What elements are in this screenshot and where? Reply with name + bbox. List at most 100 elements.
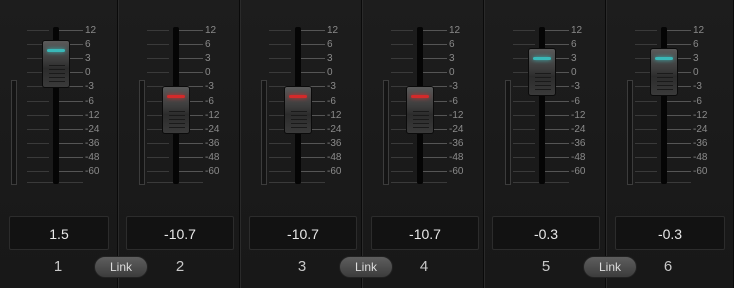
level-meter <box>261 80 267 185</box>
scale-label: 3 <box>85 53 91 65</box>
knob-grip-line <box>49 69 65 70</box>
scale-tick <box>667 30 691 31</box>
scale-tick-left <box>27 171 49 172</box>
knob-grip-line <box>413 119 429 120</box>
scale-tick-left <box>269 72 291 74</box>
scale-label: 3 <box>571 53 577 65</box>
scale-label: -12 <box>571 109 586 121</box>
scale-label: 12 <box>85 25 97 36</box>
link-button-5-6[interactable]: Link <box>583 256 637 278</box>
scale-label: -6 <box>327 95 336 107</box>
scale-tick <box>301 156 325 158</box>
scale-label: -60 <box>327 166 342 177</box>
level-meter <box>139 80 145 185</box>
channel-number: 6 <box>663 258 673 275</box>
scale-tick <box>667 128 691 130</box>
scale-tick-left <box>513 100 535 102</box>
scale-label: 6 <box>85 39 91 51</box>
knob-grip-line <box>535 73 551 74</box>
knob-grip-line <box>291 111 307 112</box>
scale-tick-left <box>513 142 535 144</box>
scale-tick <box>301 44 325 46</box>
scale-label: 0 <box>693 67 699 79</box>
scale-label: -24 <box>205 123 220 135</box>
channel-strip-3: 12 6 3 0 -3 -6 -12 -24 -36 -48 -60 -10.7 3 <box>240 0 362 288</box>
scale-label: -12 <box>85 109 100 121</box>
fader-indicator-lamp <box>289 95 307 98</box>
scale-tick-left <box>147 44 169 46</box>
gain-value-display[interactable]: -10.7 <box>249 216 357 250</box>
gain-value-display[interactable]: -0.3 <box>615 216 725 250</box>
fader-knob[interactable] <box>162 86 190 134</box>
gain-value-display[interactable]: -10.7 <box>126 216 234 250</box>
scale-tick <box>59 142 83 144</box>
level-meter <box>11 80 17 185</box>
scale-label: -60 <box>693 166 708 177</box>
gain-value-display[interactable]: -10.7 <box>371 216 479 250</box>
scale-label: -48 <box>205 151 220 163</box>
fader-indicator-lamp <box>411 95 429 98</box>
scale-tick <box>545 128 569 130</box>
scale-tick-left <box>635 100 657 102</box>
scale-tick-left <box>391 156 413 158</box>
scale-tick <box>179 171 203 172</box>
scale-tick-left <box>635 142 657 144</box>
scale-tick-left <box>391 142 413 144</box>
scale-tick <box>667 142 691 144</box>
scale-tick-left <box>391 72 413 74</box>
scale-label: 12 <box>571 25 583 36</box>
scale-tick <box>545 156 569 158</box>
knob-grip-line <box>535 81 551 82</box>
level-meter <box>627 80 633 185</box>
scale-tick <box>545 30 569 31</box>
scale-tick <box>667 171 691 172</box>
knob-grip-line <box>291 115 307 116</box>
gain-value-display[interactable]: -0.3 <box>492 216 600 250</box>
channel-number: 1 <box>53 258 63 275</box>
fader-scale: 12 6 3 0 -3 -6 -12 -24 -36 -48 -60 <box>485 0 605 205</box>
scale-tick <box>667 100 691 102</box>
scale-label: -24 <box>571 123 586 135</box>
scale-label: -24 <box>85 123 100 135</box>
scale-tick-left <box>147 72 169 74</box>
fader-knob[interactable] <box>650 48 678 96</box>
scale-tick-left <box>635 30 657 31</box>
fader-knob[interactable] <box>42 40 70 88</box>
scale-label: -3 <box>327 81 336 93</box>
scale-tick-left <box>513 114 535 116</box>
scale-tick <box>179 30 203 31</box>
scale-tick <box>59 171 83 172</box>
scale-tick <box>179 72 203 74</box>
fader-knob[interactable] <box>284 86 312 134</box>
scale-tick <box>423 44 447 46</box>
channel-strip-4: 12 6 3 0 -3 -6 -12 -24 -36 -48 -60 -10.7 4 <box>362 0 484 288</box>
fader-knob[interactable] <box>406 86 434 134</box>
scale-tick <box>545 114 569 116</box>
link-button-1-2[interactable]: Link <box>94 256 148 278</box>
scale-label: 3 <box>449 53 455 65</box>
knob-grip-line <box>169 123 185 124</box>
scale-label: -36 <box>85 137 100 149</box>
gain-value-display[interactable]: 1.5 <box>9 216 109 250</box>
scale-tick-left <box>147 156 169 158</box>
knob-grip-line <box>291 123 307 124</box>
scale-tick-left <box>635 114 657 116</box>
fader-indicator-lamp <box>167 95 185 98</box>
scale-tick-left <box>27 100 49 102</box>
scale-tick <box>545 171 569 172</box>
scale-label: -24 <box>449 123 464 135</box>
fader-knob[interactable] <box>528 48 556 96</box>
knob-grip-line <box>413 123 429 124</box>
scale-tick <box>545 44 569 46</box>
knob-grip-line <box>657 89 673 90</box>
gain-value: -0.3 <box>657 226 683 242</box>
link-button-3-4[interactable]: Link <box>339 256 393 278</box>
scale-tick-left <box>269 30 291 31</box>
scale-label: 6 <box>449 39 455 51</box>
scale-label: -6 <box>449 95 458 107</box>
scale-label: 6 <box>205 39 211 51</box>
scale-tick-left <box>513 44 535 46</box>
scale-tick-left <box>513 156 535 158</box>
gain-value: -10.7 <box>287 226 319 242</box>
scale-label: -12 <box>449 109 464 121</box>
